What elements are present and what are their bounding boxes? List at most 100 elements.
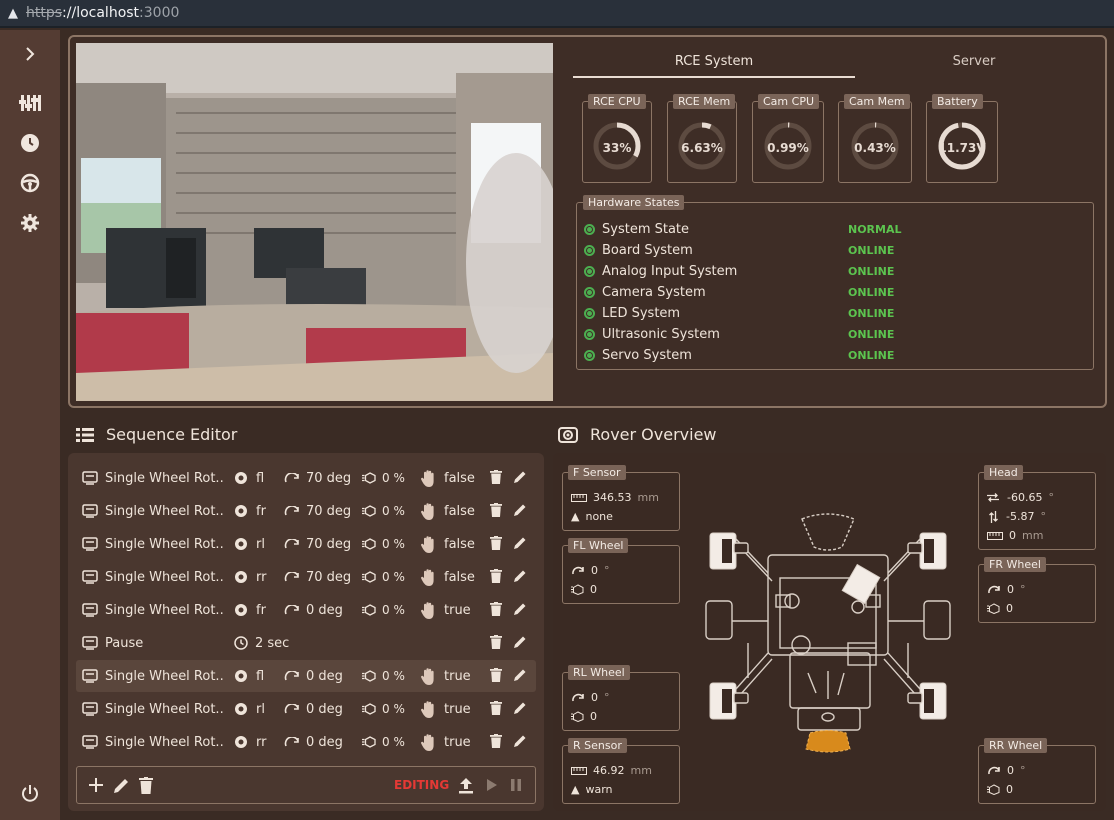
clock-icon[interactable]	[15, 128, 45, 158]
sequence-row[interactable]: Single Wheel Rot... rr 0 deg 0 % true	[76, 726, 536, 758]
sequence-row[interactable]: Single Wheel Rot... fl 70 deg 0 % false	[76, 462, 536, 494]
delete-row-icon[interactable]	[490, 701, 502, 715]
wheel-value: fr	[256, 602, 266, 618]
url-port: :3000	[139, 5, 180, 21]
sequence-row[interactable]: Single Wheel Rot... fr 0 deg 0 % true	[76, 594, 536, 626]
gear-icon[interactable]	[15, 208, 45, 238]
edit-row-icon[interactable]	[513, 503, 527, 517]
gauge-value: 6.63%	[681, 141, 723, 155]
edit-row-icon[interactable]	[513, 668, 527, 682]
angle: 0 deg	[284, 603, 343, 618]
status-dot-icon	[584, 244, 595, 256]
angle: 0 deg	[284, 702, 343, 717]
speed-cube-icon	[362, 505, 376, 517]
delete-row-icon[interactable]	[490, 536, 502, 550]
sequence-row[interactable]: Single Wheel Rot... fl 0 deg 0 % true	[76, 660, 536, 692]
hardware-name: LED System	[602, 305, 681, 321]
wheel: rr	[234, 570, 266, 585]
angle-value: 70 deg	[306, 569, 352, 585]
edit-row-icon[interactable]	[513, 470, 527, 484]
delete-row-icon[interactable]	[490, 668, 502, 682]
sequence-row[interactable]: Pause 2 sec	[76, 627, 536, 659]
command-name: Single Wheel Rot...	[105, 668, 223, 684]
hand-icon	[420, 601, 438, 620]
gauge-label: RCE Mem	[673, 94, 736, 109]
front-sensor-label: F Sensor	[568, 465, 626, 480]
rr-wheel-speed-value: 0	[1006, 783, 1013, 796]
editing-status: EDITING	[394, 778, 450, 792]
edit-row-icon[interactable]	[513, 536, 527, 550]
status-dot-icon	[584, 286, 595, 298]
status-dot-icon	[584, 223, 595, 235]
hand: false	[420, 535, 475, 554]
display-icon	[82, 735, 98, 749]
edit-row-icon[interactable]	[513, 602, 527, 616]
rr-wheel-label: RR Wheel	[984, 738, 1048, 753]
angle: 70 deg	[284, 570, 351, 585]
speed-cube-icon	[362, 736, 376, 748]
front-sensor-warning: ▲ none	[571, 510, 613, 523]
add-icon[interactable]	[88, 777, 104, 793]
wheel: fl	[234, 471, 264, 486]
unit-label: °	[604, 564, 610, 577]
duration: 2 sec	[234, 636, 289, 651]
command-name: Pause	[105, 635, 144, 651]
delete-row-icon[interactable]	[490, 635, 502, 649]
angle-value: 70 deg	[306, 536, 352, 552]
rear-sensor-label: R Sensor	[568, 738, 627, 753]
delete-row-icon[interactable]	[490, 503, 502, 517]
sequence-row[interactable]: Single Wheel Rot... rl 70 deg 0 % false	[76, 528, 536, 560]
speed-cube-icon	[987, 603, 1000, 614]
unit-label: mm	[637, 491, 659, 504]
sequence-row[interactable]: Single Wheel Rot... fr 70 deg 0 % false	[76, 495, 536, 527]
speed-cube-icon	[987, 784, 1000, 795]
duration-value: 2 sec	[255, 635, 290, 651]
gauge-label: Cam Mem	[844, 94, 910, 109]
play-icon[interactable]	[486, 778, 498, 792]
sliders-icon[interactable]	[15, 88, 45, 118]
rear-sensor-value: 46.92	[593, 764, 625, 777]
edit-row-icon[interactable]	[513, 635, 527, 649]
tab-rce-system[interactable]: RCE System	[573, 50, 855, 78]
hand-value: true	[444, 602, 471, 618]
gauge-battery: Battery 11.73V	[926, 94, 998, 183]
delete-icon[interactable]	[139, 777, 153, 794]
delete-row-icon[interactable]	[490, 734, 502, 748]
sequence-row[interactable]: Single Wheel Rot... rl 0 deg 0 % true	[76, 693, 536, 725]
rear-sensor-warning-value: warn	[585, 783, 613, 796]
gauge-label: Battery	[932, 94, 983, 109]
edit-row-icon[interactable]	[513, 734, 527, 748]
hardware-name: Ultrasonic System	[602, 326, 720, 342]
pause-icon[interactable]	[510, 778, 522, 792]
command-name: Single Wheel Rot...	[105, 701, 223, 717]
delete-row-icon[interactable]	[490, 470, 502, 484]
delete-row-icon[interactable]	[490, 602, 502, 616]
hand-value: true	[444, 701, 471, 717]
speed: 0 %	[362, 537, 405, 551]
warning-icon: ▲	[571, 510, 580, 523]
gauge-value: 0.99%	[767, 141, 809, 155]
tab-server[interactable]: Server	[855, 50, 1093, 78]
power-icon[interactable]	[15, 779, 45, 809]
delete-row-icon[interactable]	[490, 569, 502, 583]
expand-chevron-icon[interactable]	[15, 39, 45, 69]
angle-value: 0 deg	[306, 701, 343, 717]
display-icon	[82, 471, 98, 485]
upload-icon[interactable]	[458, 777, 474, 794]
sequence-row[interactable]: Single Wheel Rot... rr 70 deg 0 % false	[76, 561, 536, 593]
fl-wheel-angle: 0 °	[571, 564, 610, 577]
hand: true	[420, 601, 471, 620]
edit-row-icon[interactable]	[513, 701, 527, 715]
rl-wheel-angle-value: 0	[591, 691, 598, 704]
command-name: Single Wheel Rot...	[105, 503, 223, 519]
edit-row-icon[interactable]	[513, 569, 527, 583]
gauge-label: Cam CPU	[758, 94, 819, 109]
url-bar[interactable]: ▲ https ://localhost :3000	[0, 0, 1114, 28]
edit-icon[interactable]	[112, 777, 130, 795]
hardware-state: ONLINE	[848, 264, 895, 278]
angle: 0 deg	[284, 669, 343, 684]
steering-wheel-icon[interactable]	[15, 168, 45, 198]
hand-value: false	[444, 470, 475, 486]
wheel: rl	[234, 702, 265, 717]
speed-cube-icon	[362, 571, 376, 583]
